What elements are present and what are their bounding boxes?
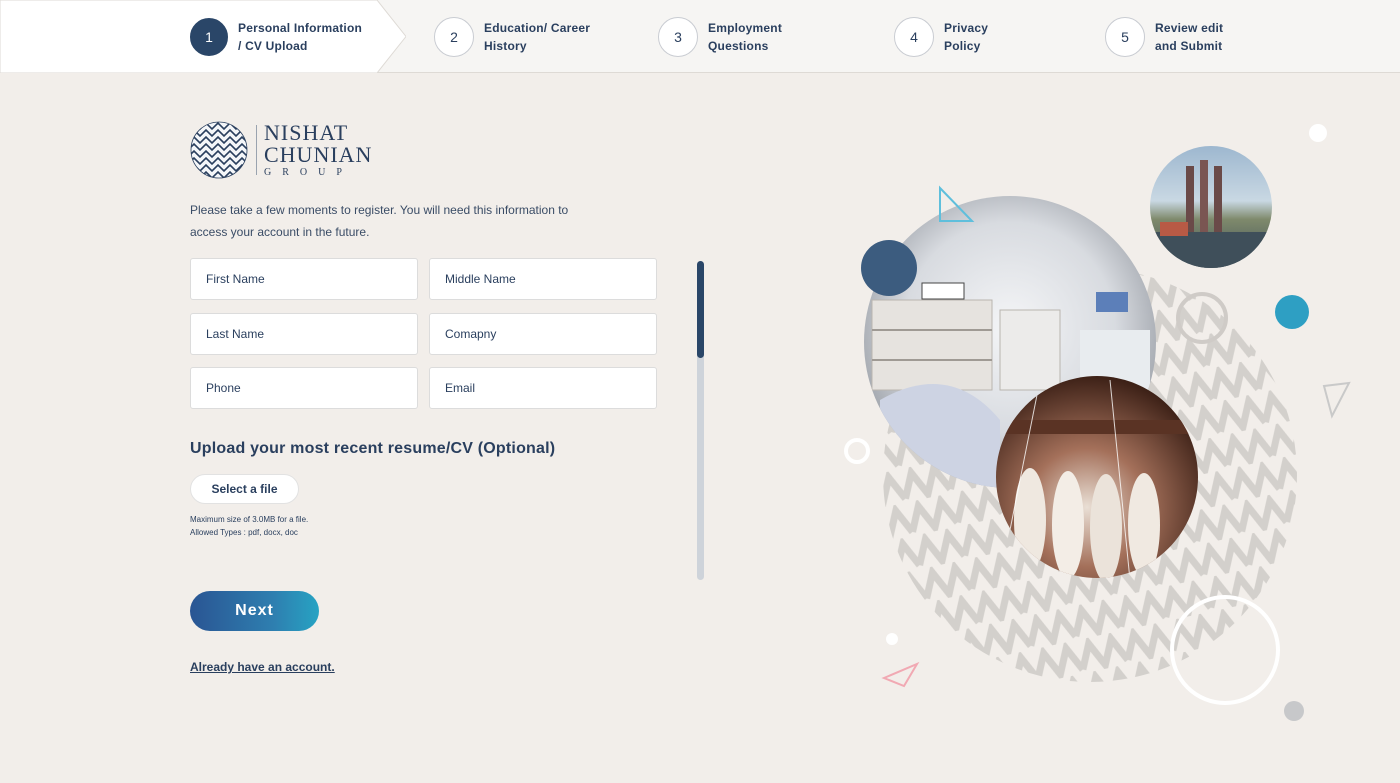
step-label: Employment Questions [708,21,783,53]
logo-line-nishat: NISHAT [264,120,349,145]
step-label: Personal Information / CV Upload [238,21,363,53]
ring-white-small [844,438,870,464]
navy-dot [861,240,917,296]
file-requirements-note: Maximum size of 3.0MB for a file. Allowe… [190,515,309,537]
white-dot-top [1309,124,1327,142]
upload-section-title: Upload your most recent resume/CV (Optio… [190,440,556,457]
factory-photo [1150,146,1272,268]
decorative-illustration [844,124,1351,721]
step-label: Education/ Career History [484,21,591,53]
company-input[interactable] [429,313,657,355]
select-file-button[interactable]: Select a file [190,474,299,504]
middle-name-input[interactable] [429,258,657,300]
next-button[interactable]: Next [190,591,319,631]
step-number: 2 [434,17,474,57]
step-label: Review edit and Submit [1155,21,1224,53]
email-input[interactable] [429,367,657,409]
form-scrollbar-thumb[interactable] [697,261,704,358]
triangle-pink [881,661,920,688]
step-employment-questions[interactable]: 3 Employment Questions [658,17,782,57]
logo-line-group: GROUP [264,167,353,178]
step-number: 4 [894,17,934,57]
intro-text: Please take a few moments to register. Y… [190,203,569,239]
white-dot-bottom [886,633,898,645]
last-name-input[interactable] [190,313,418,355]
nishat-logo-icon [190,121,248,179]
step-number: 1 [190,18,228,56]
step-education-career[interactable]: 2 Education/ Career History [434,17,590,57]
logo-divider [256,125,257,175]
company-logo: NISHAT CHUNIAN GROUP [190,121,372,179]
teal-dot [1275,295,1309,329]
triangle-gray [1322,381,1351,419]
step-review-submit[interactable]: 5 Review edit and Submit [1105,17,1223,57]
existing-account-link[interactable]: Already have an account. [190,660,335,674]
gray-dot [1284,701,1304,721]
first-name-input[interactable] [190,258,418,300]
step-personal-information[interactable]: 1 Personal Information / CV Upload [190,17,362,57]
logo-wordmark: NISHAT CHUNIAN GROUP [264,122,372,178]
step-label: Privacy Policy [944,21,989,53]
step-privacy-policy[interactable]: 4 Privacy Policy [894,17,988,57]
step-number: 3 [658,17,698,57]
step-number: 5 [1105,17,1145,57]
progress-stepper: 1 Personal Information / CV Upload 2 Edu… [0,0,1400,73]
logo-line-chunian: CHUNIAN [264,142,373,167]
phone-input[interactable] [190,367,418,409]
